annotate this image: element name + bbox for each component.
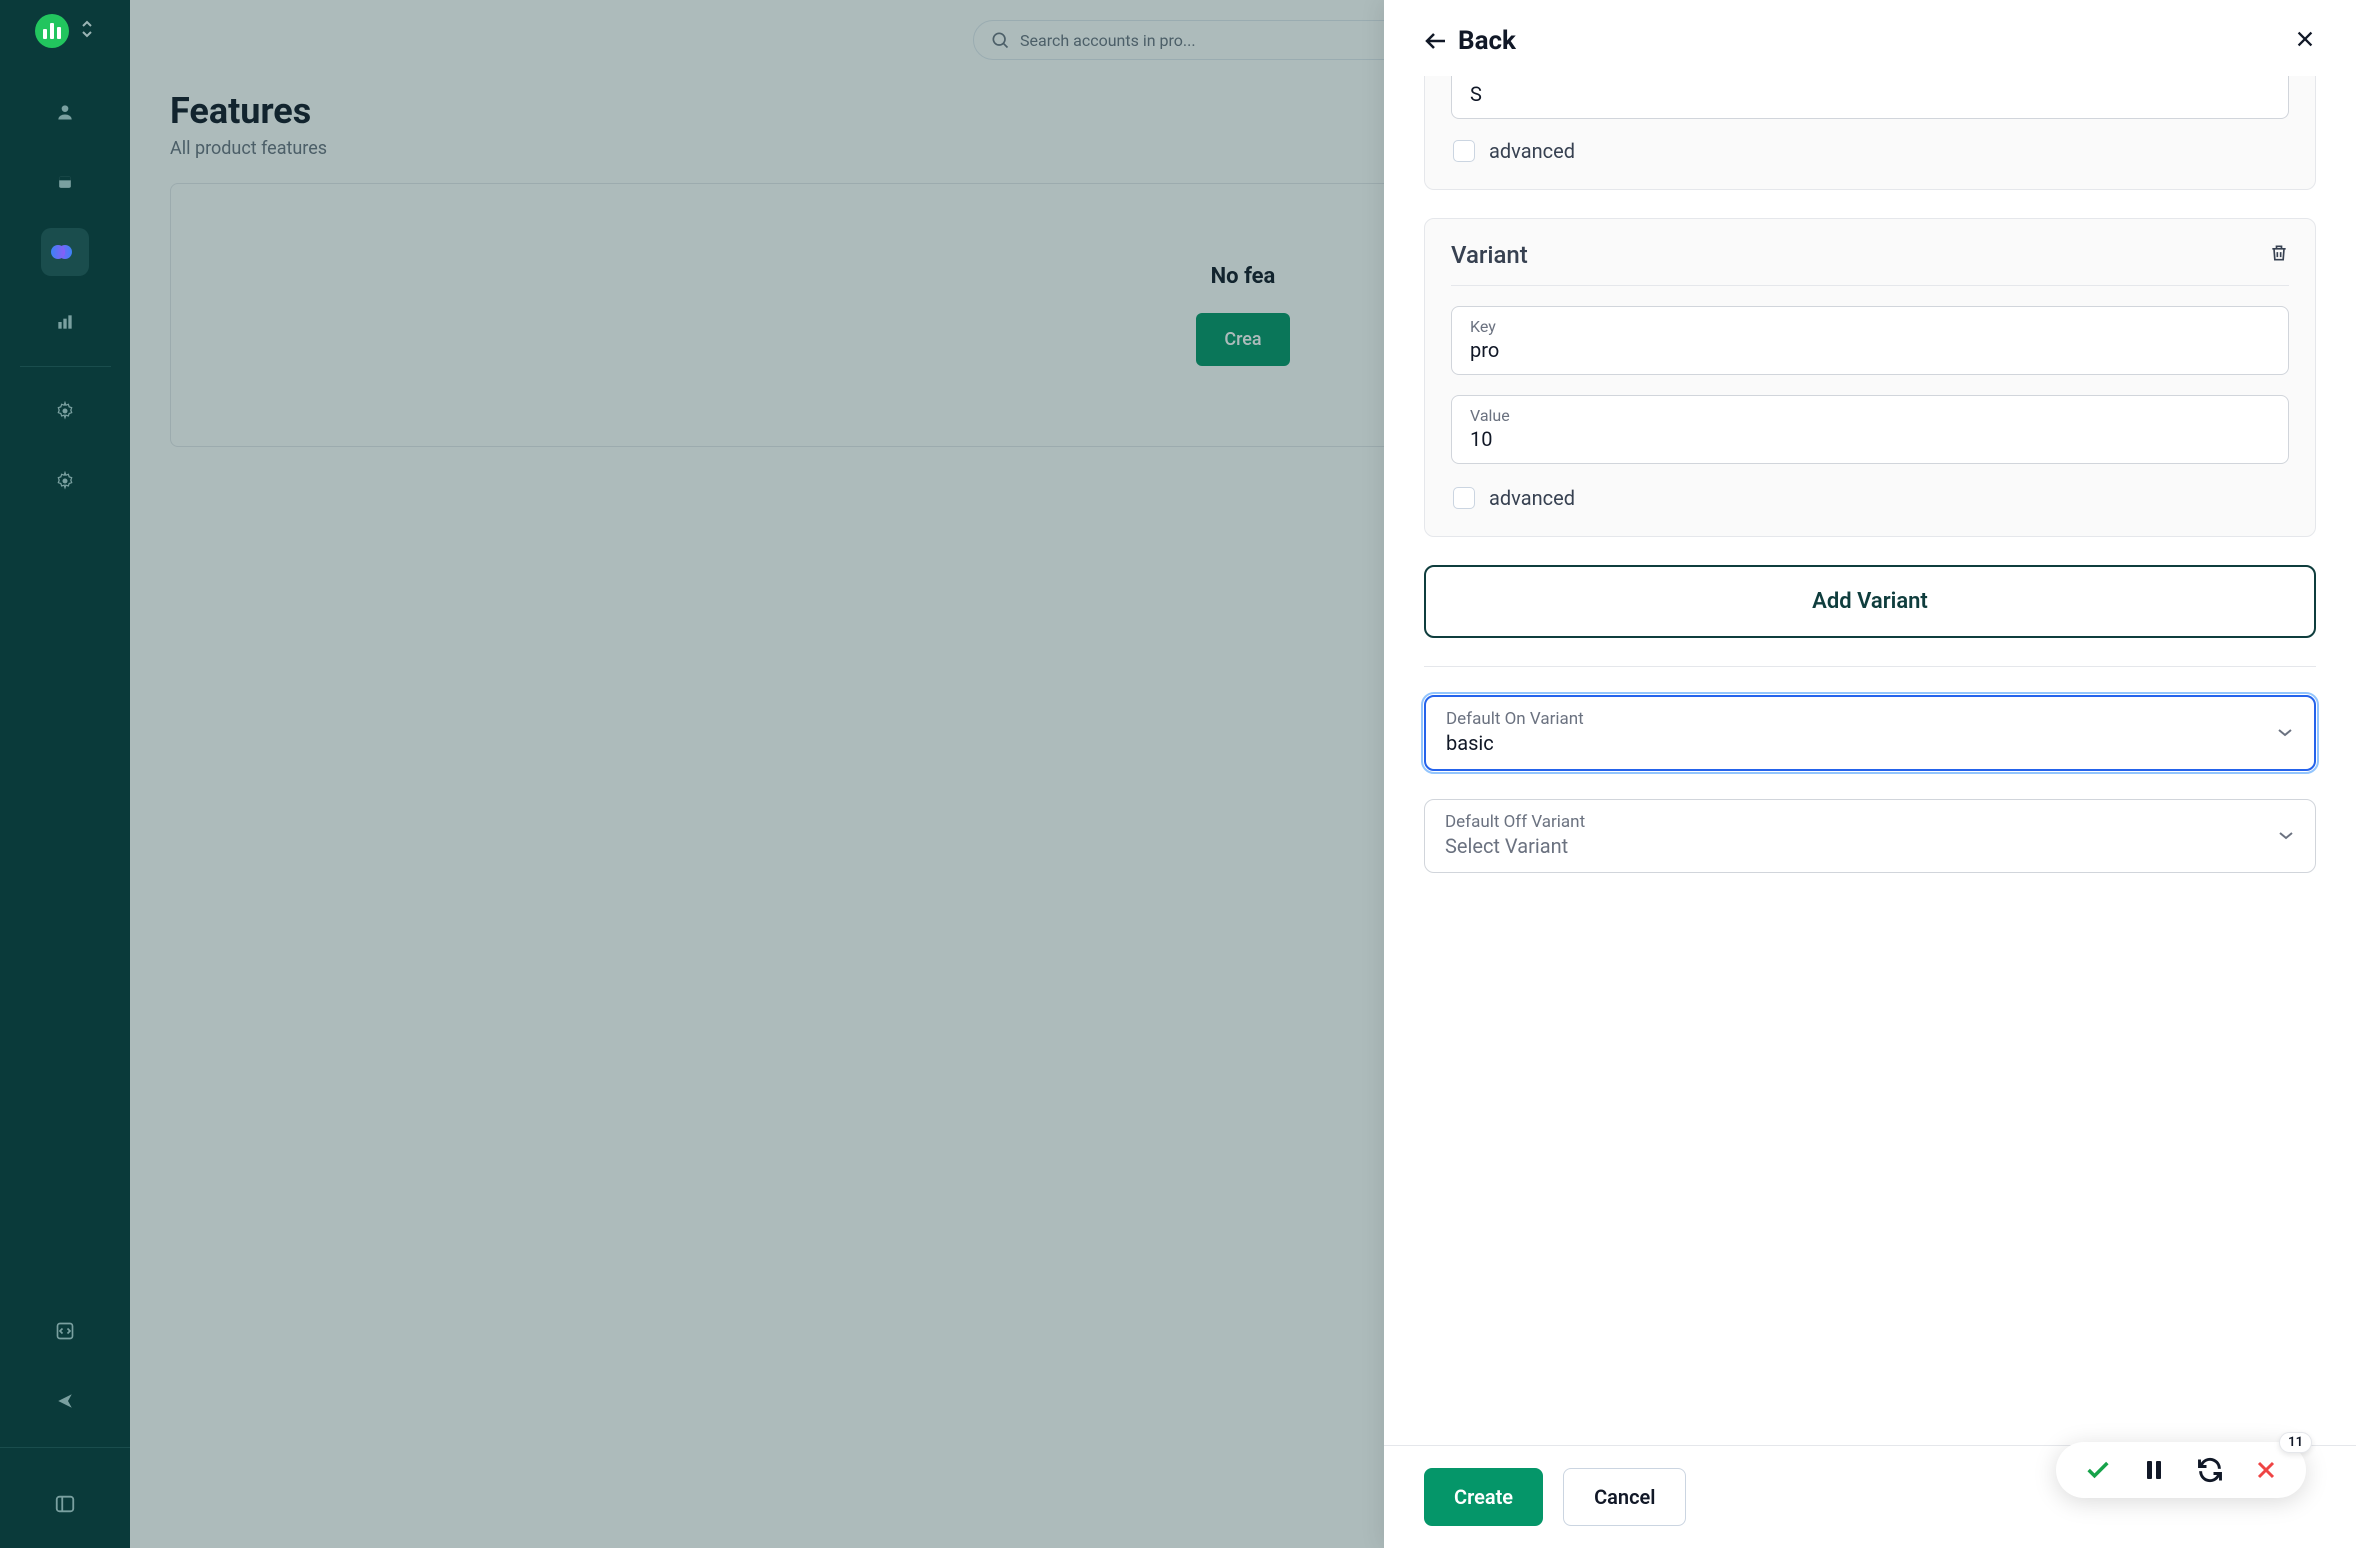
drawer-panel: Back S advanced Variant bbox=[1384, 0, 2356, 1548]
app-logo[interactable] bbox=[35, 14, 69, 48]
sidebar-item-settings-1[interactable] bbox=[41, 387, 89, 435]
create-button[interactable]: Create bbox=[1424, 1468, 1543, 1526]
features-icon bbox=[58, 245, 72, 259]
default-on-value: basic bbox=[1446, 731, 1584, 755]
default-off-label: Default Off Variant bbox=[1445, 812, 1585, 832]
sidebar-item-features[interactable] bbox=[41, 228, 89, 276]
sidebar-item-code[interactable] bbox=[41, 1307, 89, 1355]
sidebar-item-accounts[interactable] bbox=[41, 88, 89, 136]
key-value: pro bbox=[1470, 338, 2270, 362]
default-on-variant-select[interactable]: Default On Variant basic bbox=[1424, 695, 2316, 771]
sidebar-item-analytics[interactable] bbox=[41, 298, 89, 346]
advanced-checkbox-1[interactable] bbox=[1453, 140, 1475, 162]
sidebar bbox=[0, 0, 130, 1548]
truncated-value-field[interactable]: S bbox=[1451, 76, 2289, 119]
advanced-label-1: advanced bbox=[1489, 139, 1575, 163]
advanced-label-2: advanced bbox=[1489, 486, 1575, 510]
accept-button[interactable] bbox=[2084, 1456, 2112, 1484]
chevron-down-icon bbox=[2276, 723, 2294, 742]
key-field[interactable]: Key pro bbox=[1451, 306, 2289, 375]
advanced-checkbox-2[interactable] bbox=[1453, 487, 1475, 509]
pause-icon bbox=[2142, 1457, 2166, 1483]
create-feature-button[interactable]: Crea bbox=[1196, 313, 1289, 366]
reject-button[interactable] bbox=[2254, 1458, 2278, 1482]
sidebar-item-storage[interactable] bbox=[41, 158, 89, 206]
key-label: Key bbox=[1470, 317, 2270, 336]
back-button[interactable]: Back bbox=[1424, 26, 1516, 56]
default-off-variant-select[interactable]: Default Off Variant Select Variant bbox=[1424, 799, 2316, 873]
trash-icon bbox=[2269, 242, 2289, 264]
sidebar-item-collapse[interactable] bbox=[41, 1480, 89, 1528]
cancel-button[interactable]: Cancel bbox=[1563, 1468, 1686, 1526]
variant-card-title: Variant bbox=[1451, 241, 1528, 269]
delete-variant-button[interactable] bbox=[2269, 242, 2289, 268]
check-icon bbox=[2084, 1456, 2112, 1484]
close-button[interactable] bbox=[2294, 28, 2316, 54]
search-placeholder: Search accounts in pro... bbox=[1020, 31, 1196, 50]
x-icon bbox=[2254, 1458, 2278, 1482]
sidebar-item-settings-2[interactable] bbox=[41, 457, 89, 505]
value-value: 10 bbox=[1470, 427, 2270, 451]
back-label: Back bbox=[1458, 26, 1516, 56]
empty-state-title: No fea bbox=[1211, 264, 1276, 289]
variant-card: Variant Key pro Value 10 advanced bbox=[1424, 218, 2316, 537]
close-icon bbox=[2294, 28, 2316, 50]
pause-button[interactable] bbox=[2142, 1457, 2166, 1483]
floating-toolbar: 11 bbox=[2056, 1442, 2306, 1498]
workspace-selector-icon[interactable] bbox=[79, 19, 95, 43]
add-variant-button[interactable]: Add Variant bbox=[1424, 565, 2316, 638]
refresh-button[interactable] bbox=[2196, 1456, 2224, 1484]
toolbar-badge: 11 bbox=[2279, 1432, 2312, 1453]
variant-card-truncated: S advanced bbox=[1424, 76, 2316, 190]
chevron-down-icon bbox=[2277, 826, 2295, 845]
value-label: Value bbox=[1470, 406, 2270, 425]
sidebar-item-send[interactable] bbox=[41, 1377, 89, 1425]
default-on-label: Default On Variant bbox=[1446, 709, 1584, 729]
arrow-left-icon bbox=[1424, 31, 1448, 51]
value-field[interactable]: Value 10 bbox=[1451, 395, 2289, 464]
refresh-icon bbox=[2196, 1456, 2224, 1484]
default-off-placeholder: Select Variant bbox=[1445, 834, 1585, 858]
search-icon bbox=[990, 30, 1010, 50]
